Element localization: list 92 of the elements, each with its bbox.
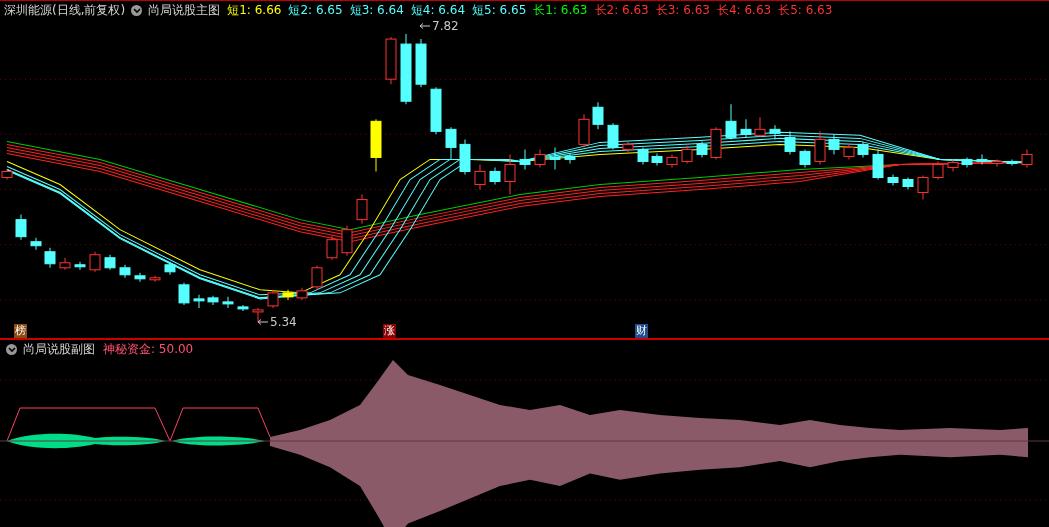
legend-value: 长5: 6.63 (778, 1, 833, 19)
stock-title: 深圳能源(日线,前复权) (4, 1, 126, 19)
pointer-arrow-icon (420, 23, 430, 29)
candlestick (59, 257, 71, 271)
pointer-arrow-icon (258, 319, 268, 325)
candlestick (445, 126, 457, 160)
candlestick (902, 177, 914, 191)
candlestick (564, 152, 576, 164)
legend-value: 短4: 6.64 (410, 1, 466, 19)
candlestick (370, 118, 382, 172)
candlestick (459, 138, 471, 175)
candlestick (1006, 158, 1018, 166)
candlestick (784, 130, 796, 155)
candlestick (961, 156, 973, 168)
candlestick (430, 86, 442, 135)
candlestick (740, 118, 752, 138)
candlestick (696, 140, 708, 158)
candlestick (828, 133, 840, 155)
candlestick (814, 130, 826, 165)
event-marker[interactable]: 榜 (14, 324, 27, 338)
candlestick (637, 146, 649, 165)
candlestick (534, 148, 546, 168)
candlestick (917, 175, 929, 201)
candlestick (222, 296, 234, 309)
candlestick (164, 261, 176, 276)
candlestick (30, 237, 42, 251)
legend-value: 长1: 6.63 (533, 1, 588, 19)
candlestick (843, 143, 855, 160)
dropdown-icon[interactable] (131, 4, 143, 16)
candlestick (267, 289, 279, 309)
candlestick (622, 140, 634, 153)
candlestick (237, 304, 249, 312)
candlestick (504, 153, 516, 196)
candlestick (519, 148, 531, 170)
candlestick (592, 101, 604, 130)
candlestick (207, 295, 219, 306)
legend-value: 长2: 6.63 (594, 1, 649, 19)
candlestick (15, 214, 27, 241)
indicator-name: 尚局说股副图 (23, 340, 95, 358)
candlestick (134, 272, 146, 283)
indicator-reading: 神秘资金: 50.00 (103, 340, 194, 358)
candlestick (178, 282, 190, 306)
candlestick (754, 116, 766, 138)
legend-value: 短2: 6.65 (288, 1, 343, 19)
candlestick (311, 265, 323, 291)
candlestick (947, 158, 959, 172)
legend-value: 短3: 6.64 (349, 1, 404, 19)
candlestick (932, 160, 944, 180)
event-marker[interactable]: 涨 (383, 324, 396, 338)
candlestick (976, 153, 988, 165)
candlestick (385, 36, 397, 85)
dropdown-icon[interactable] (6, 343, 17, 355)
candlestick (769, 124, 781, 140)
candlestick (356, 194, 368, 225)
candlestick (74, 261, 86, 271)
candlestick (149, 275, 161, 283)
candlestick (710, 126, 722, 160)
legend-value: 短5: 6.65 (472, 1, 527, 19)
candlestick (193, 294, 205, 309)
price-label: 5.34 (270, 315, 297, 329)
indicator-name: 尚局说股主图 (148, 1, 221, 19)
candlestick (104, 254, 116, 271)
candlestick (991, 158, 1003, 167)
candlestick (341, 225, 353, 257)
legend-value: 长4: 6.63 (716, 1, 772, 19)
candlestick (326, 235, 338, 261)
candlestick (651, 152, 663, 166)
candlestick (282, 289, 294, 301)
candlestick (872, 148, 884, 180)
legend-value: 长3: 6.63 (655, 1, 710, 19)
candlestick (489, 166, 501, 185)
candlestick (607, 122, 619, 150)
candlestick (549, 146, 561, 170)
candlestick (252, 307, 264, 323)
price-label: 7.82 (432, 19, 459, 33)
candlestick (44, 247, 56, 269)
candlestick (887, 174, 899, 186)
candlestick (725, 103, 737, 140)
candlestick (400, 33, 412, 105)
candlestick (415, 38, 427, 88)
candlestick (857, 140, 869, 158)
candlestick (799, 148, 811, 168)
candlestick (578, 113, 590, 148)
event-marker[interactable]: 财 (635, 324, 648, 338)
candlestick (1021, 148, 1033, 168)
candlestick (666, 153, 678, 168)
candlestick (119, 264, 131, 279)
candlestick (89, 251, 101, 273)
candlestick (681, 144, 693, 164)
candlestick (474, 163, 486, 191)
legend-value: 短1: 6.66 (227, 1, 282, 19)
candlestick (296, 287, 308, 301)
